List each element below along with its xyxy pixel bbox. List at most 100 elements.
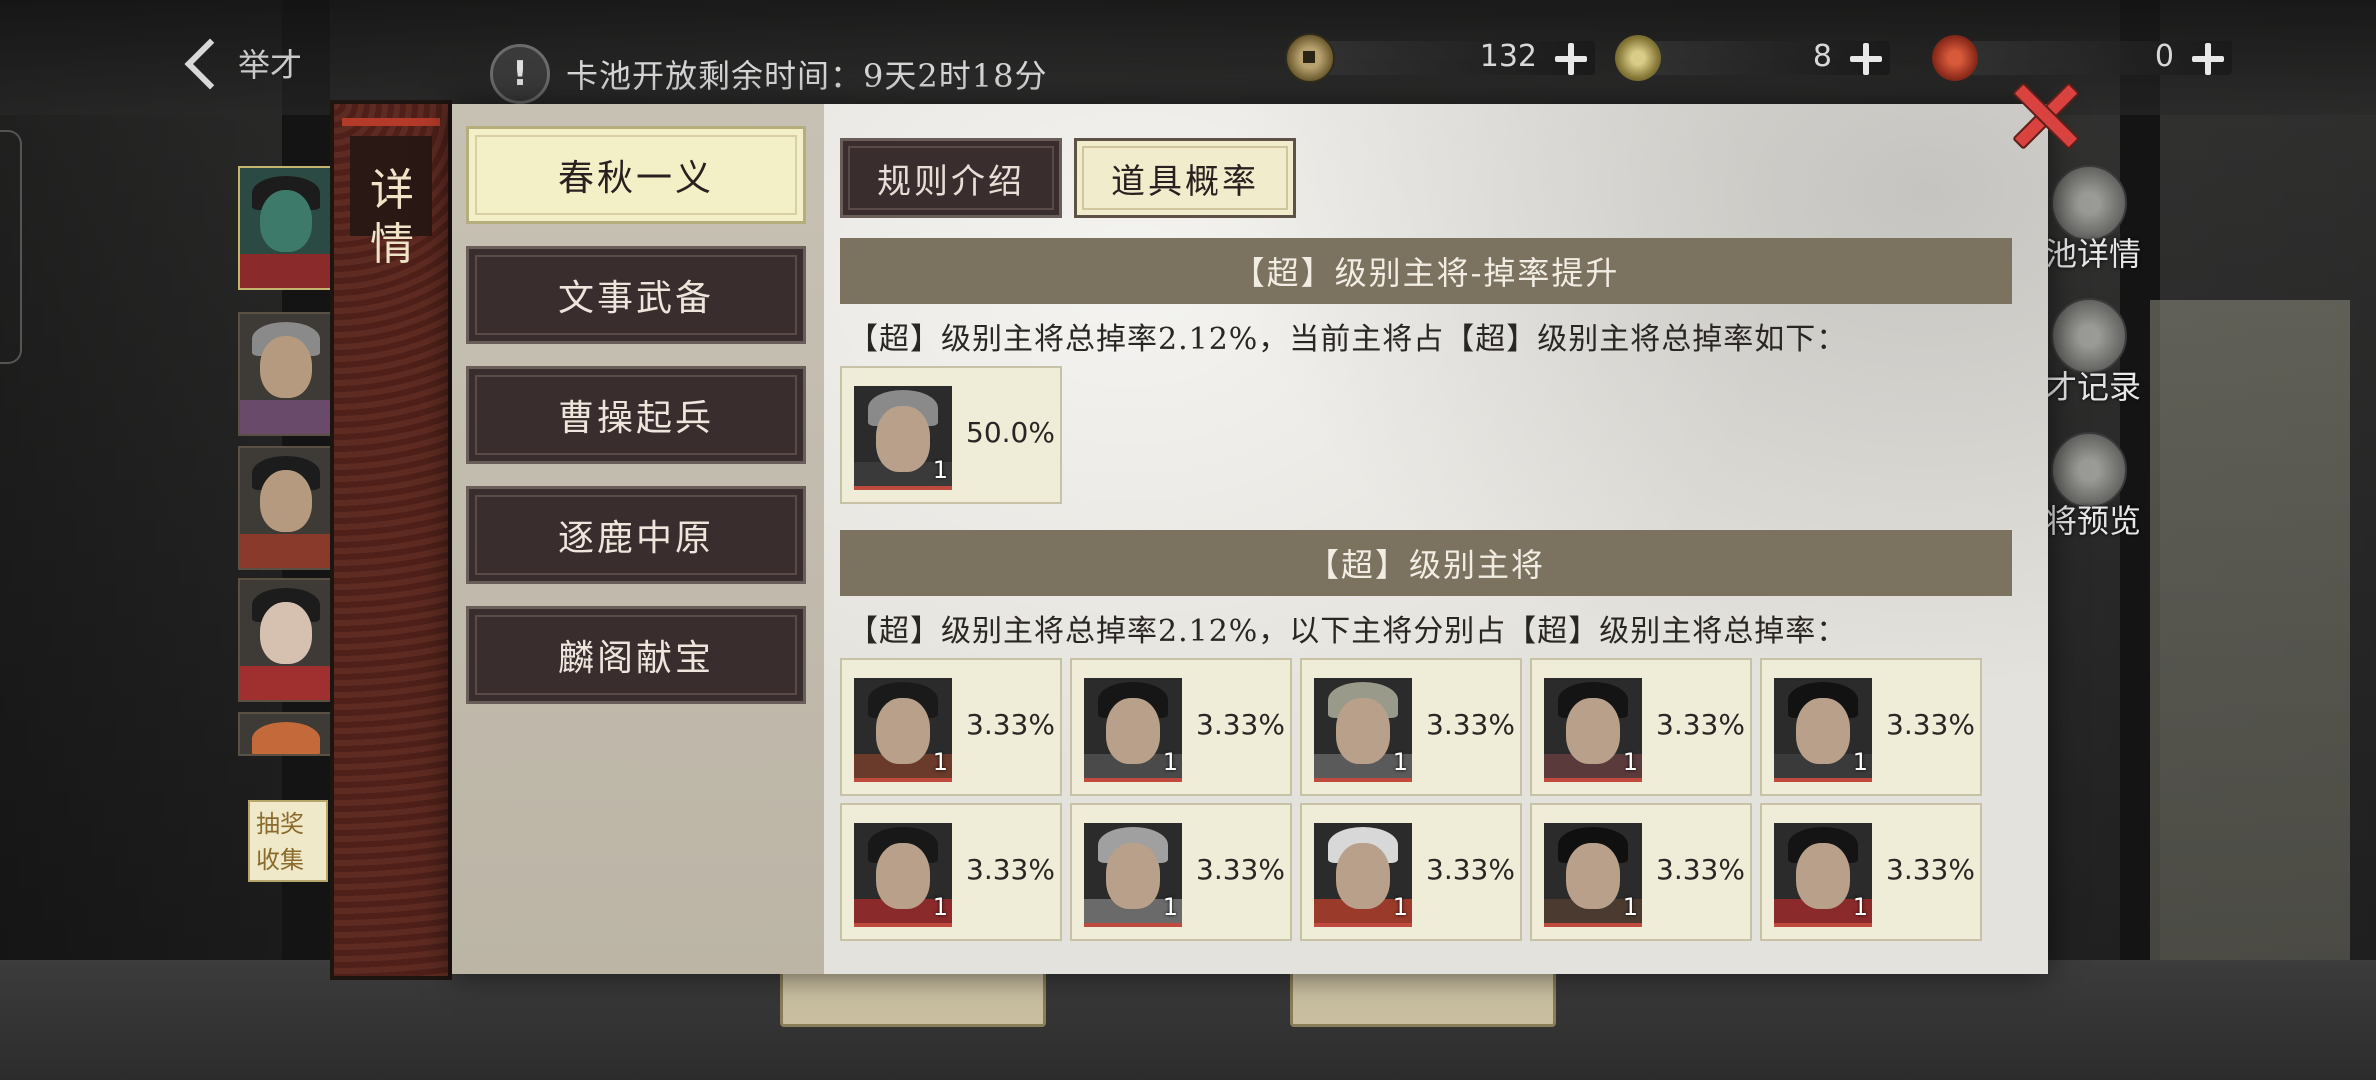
drop-rate: 3.33%: [1656, 853, 1745, 886]
side-menu-pool-details[interactable]: 池详情: [2045, 165, 2245, 273]
general-portrait: 1: [1774, 678, 1872, 782]
add-coin-button[interactable]: [1551, 39, 1591, 79]
side-menu-general-preview[interactable]: 将预览: [2045, 432, 2245, 540]
general-card-grid: 1 50.0%: [840, 362, 2012, 504]
category-chunqiu[interactable]: 春秋一义: [466, 126, 806, 224]
general-portrait: 1: [1084, 678, 1182, 782]
general-card[interactable]: 1 3.33%: [1300, 658, 1522, 796]
close-button[interactable]: [2008, 80, 2076, 148]
general-card[interactable]: 1 50.0%: [840, 366, 1062, 504]
pool-details-modal: 春秋一义 文事武备 曹操起兵 逐鹿中原 麟阁献宝 规则介绍 道具概率 【超】级别…: [452, 104, 2048, 974]
drop-rate: 3.33%: [1196, 708, 1285, 741]
back-arrow-icon: [180, 40, 226, 86]
general-portrait: 1: [854, 678, 952, 782]
section-header: 【超】级别主将: [840, 530, 2012, 596]
modal-details-tab[interactable]: 详情: [330, 100, 452, 980]
general-card[interactable]: 1 3.33%: [840, 803, 1062, 941]
general-card[interactable]: 1 3.33%: [1070, 658, 1292, 796]
currency-copper: 132: [1285, 33, 1595, 83]
general-count: 1: [1162, 748, 1178, 776]
side-menu-records[interactable]: 才记录: [2045, 298, 2245, 406]
general-portrait[interactable]: [238, 578, 334, 702]
tab-label: 道具概率: [1111, 161, 1259, 202]
general-count: 1: [1852, 748, 1868, 776]
general-card[interactable]: 1 3.33%: [1300, 803, 1522, 941]
general-portrait: 1: [1544, 823, 1642, 927]
currency-value: 8: [1812, 39, 1832, 74]
general-count: 1: [1392, 893, 1408, 921]
drop-rate: 3.33%: [1426, 708, 1515, 741]
general-portrait: 1: [1314, 678, 1412, 782]
category-wenshi[interactable]: 文事武备: [466, 246, 806, 344]
general-count: 1: [932, 893, 948, 921]
exclamation-icon: !: [490, 44, 550, 104]
general-portrait: 1: [1544, 678, 1642, 782]
currency-value: 0: [2154, 39, 2174, 74]
draw-ten-button: [1290, 965, 1556, 1027]
category-label: 麟阁献宝: [557, 638, 714, 679]
section-description: 【超】级别主将总掉率2.12%，以下主将分别占【超】级别主将总掉率：: [848, 614, 1848, 649]
super-generals-section: 【超】级别主将 【超】级别主将总掉率2.12%，以下主将分别占【超】级别主将总掉…: [840, 530, 2012, 942]
general-card[interactable]: 1 3.33%: [1760, 658, 1982, 796]
probability-panel: 规则介绍 道具概率 【超】级别主将-掉率提升 【超】级别主将总掉率2.12%，当…: [824, 104, 2048, 974]
category-label: 曹操起兵: [557, 398, 714, 439]
general-count: 1: [1162, 893, 1178, 921]
general-portrait[interactable]: [238, 446, 334, 570]
section-header: 【超】级别主将-掉率提升: [840, 238, 2012, 304]
drop-rate: 3.33%: [1656, 708, 1745, 741]
drop-rate: 50.0%: [966, 416, 1055, 449]
general-count: 1: [1852, 893, 1868, 921]
coin-icon: [1285, 33, 1335, 83]
drop-rate: 3.33%: [1426, 853, 1515, 886]
section-title: 【超】级别主将-掉率提升: [1232, 254, 1620, 292]
general-portrait: 1: [854, 386, 952, 490]
general-count: 1: [1622, 893, 1638, 921]
tab-label: 规则介绍: [877, 161, 1025, 202]
add-seal-button[interactable]: [2188, 39, 2228, 79]
background-scroll: [2150, 300, 2350, 980]
category-list: 春秋一义 文事武备 曹操起兵 逐鹿中原 麟阁献宝: [452, 104, 824, 974]
add-jade-button[interactable]: [1846, 39, 1886, 79]
general-count: 1: [932, 748, 948, 776]
drop-rate: 3.33%: [966, 708, 1055, 741]
category-linge[interactable]: 麟阁献宝: [466, 606, 806, 704]
seal-icon: [1932, 35, 1978, 81]
back-label: 举才: [238, 46, 303, 84]
tab-rules[interactable]: 规则介绍: [840, 138, 1062, 218]
general-card[interactable]: 1 3.33%: [1070, 803, 1292, 941]
general-portrait[interactable]: [238, 166, 334, 290]
general-portrait[interactable]: [238, 712, 334, 756]
general-card[interactable]: 1 3.33%: [1530, 803, 1752, 941]
pool-timer-notice: ! 卡池开放剩余时间：9天2时18分: [490, 44, 1047, 104]
pool-timer-text: 卡池开放剩余时间：9天2时18分: [566, 57, 1048, 95]
general-card[interactable]: 1 3.33%: [840, 658, 1062, 796]
side-menu-label: 池详情: [2045, 235, 2142, 273]
background-panel: [0, 130, 22, 364]
lottery-collection-tag[interactable]: 抽奖收集: [248, 800, 328, 882]
general-portrait: 1: [1314, 823, 1412, 927]
category-zhulu[interactable]: 逐鹿中原: [466, 486, 806, 584]
drop-rate: 3.33%: [1886, 708, 1975, 741]
general-card[interactable]: 1 3.33%: [1760, 803, 1982, 941]
section-title: 【超】级别主将: [1306, 546, 1545, 584]
tab-item-probability[interactable]: 道具概率: [1074, 138, 1296, 218]
general-portrait[interactable]: [238, 312, 334, 436]
general-card[interactable]: 1 3.33%: [1530, 658, 1752, 796]
rate-up-section: 【超】级别主将-掉率提升 【超】级别主将总掉率2.12%，当前主将占【超】级别主…: [840, 238, 2012, 504]
drop-rate: 3.33%: [1196, 853, 1285, 886]
side-menu-label: 将预览: [2045, 502, 2142, 540]
drop-rate: 3.33%: [966, 853, 1055, 886]
category-caocao[interactable]: 曹操起兵: [466, 366, 806, 464]
general-portrait: 1: [854, 823, 952, 927]
draw-once-button: [780, 965, 1046, 1027]
details-tab-label: 详情: [370, 165, 414, 270]
general-portrait: 1: [1774, 823, 1872, 927]
category-label: 春秋一义: [557, 158, 714, 199]
currency-seal: 0: [1932, 35, 2232, 81]
jade-icon: [1615, 35, 1661, 81]
back-button[interactable]: 举才: [180, 40, 302, 86]
currency-jade: 8: [1615, 35, 1890, 81]
drop-rate: 3.33%: [1886, 853, 1975, 886]
category-label: 逐鹿中原: [557, 518, 714, 559]
general-count: 1: [1392, 748, 1408, 776]
